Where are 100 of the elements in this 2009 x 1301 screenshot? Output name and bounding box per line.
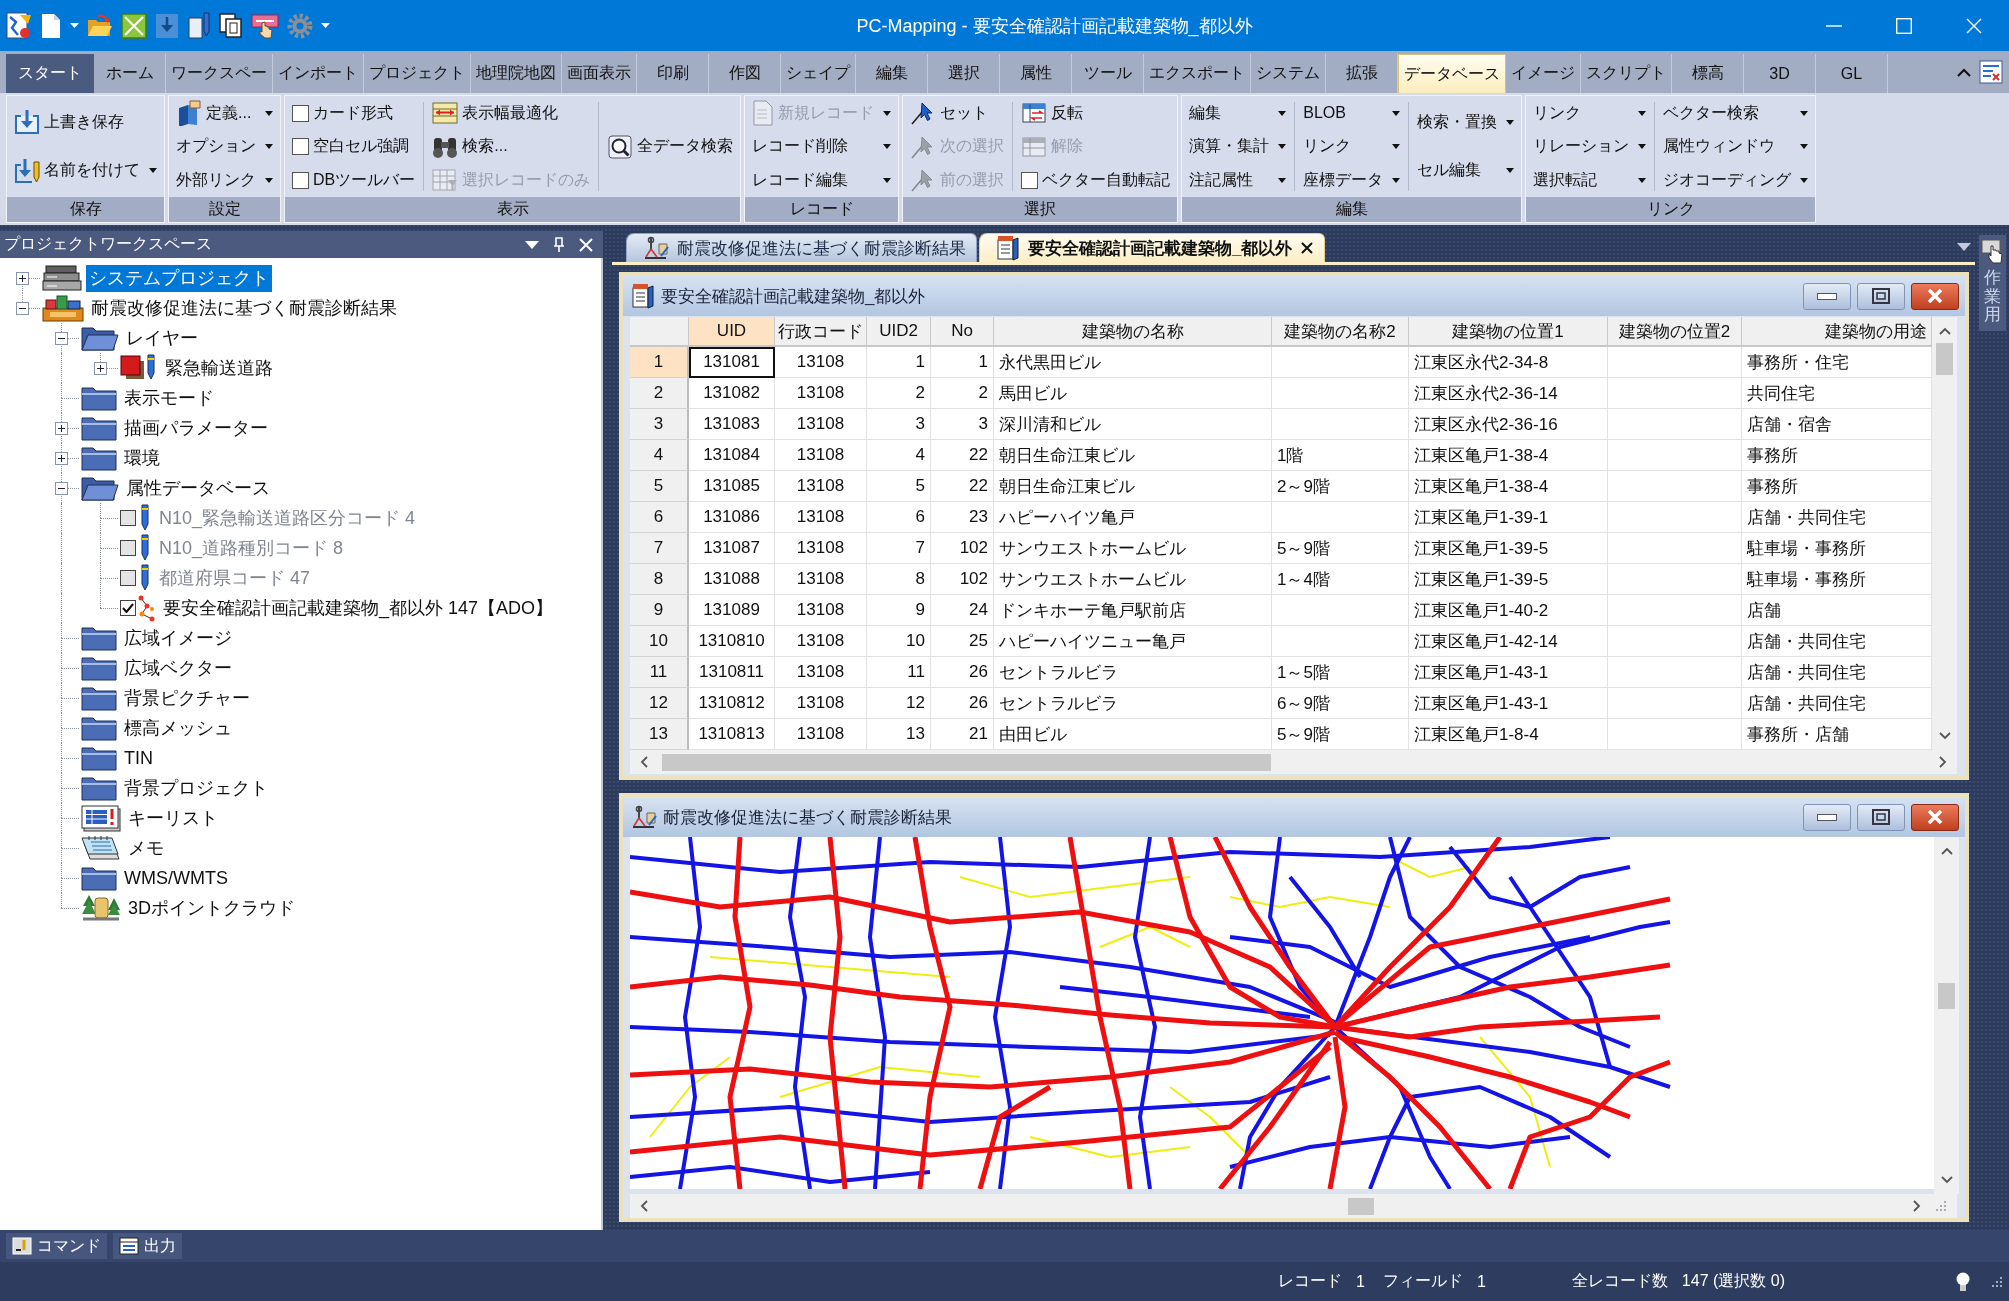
row-header[interactable]: 7 (630, 533, 689, 564)
pin-icon[interactable] (553, 236, 565, 253)
collapse-toggle[interactable] (55, 482, 68, 495)
tab-dropdown-icon[interactable] (1957, 242, 1971, 251)
start-menu-button[interactable]: スタート (6, 54, 94, 93)
scroll-thumb[interactable] (1348, 1197, 1374, 1215)
column-header[interactable]: 建築物の位置1 (1409, 317, 1608, 347)
horizontal-scrollbar[interactable] (630, 1194, 1957, 1218)
row-header[interactable]: 1 (630, 347, 689, 378)
ribbon-button[interactable]: リンク (1531, 98, 1649, 128)
ribbon-button[interactable]: レコード削除 (750, 131, 894, 162)
ribbon-button[interactable]: 全データ検索 (605, 131, 736, 162)
checkbox-label[interactable]: DBツールバー (313, 169, 416, 191)
scroll-up-icon[interactable] (1940, 847, 1953, 855)
tree-item[interactable]: 要安全確認計画記載建築物_都以外 147【ADO】 (160, 594, 557, 622)
ribbon-button[interactable]: 編集 (1187, 98, 1289, 128)
restore-button[interactable] (1857, 803, 1905, 831)
ribbon-button[interactable]: 選択転記 (1531, 165, 1649, 195)
row-header[interactable]: 4 (630, 440, 689, 471)
scroll-thumb[interactable] (1936, 343, 1953, 375)
ribbon-button[interactable]: 反転 (1019, 98, 1173, 128)
layer-checkbox[interactable] (120, 570, 136, 586)
ribbon-button[interactable]: 定義... (174, 98, 275, 128)
column-header[interactable]: 行政コード (775, 317, 867, 347)
row-header[interactable]: 11 (630, 657, 689, 688)
spreadsheet-icon[interactable] (121, 12, 147, 39)
row-header[interactable]: 13 (630, 719, 689, 750)
restore-button[interactable] (1857, 282, 1905, 310)
document-x-icon[interactable] (1979, 60, 2003, 84)
ribbon-button[interactable]: リレーション (1531, 131, 1649, 162)
scroll-down-icon[interactable] (1938, 732, 1951, 740)
column-header[interactable]: 建築物の名称2 (1272, 317, 1409, 347)
row-header[interactable]: 6 (630, 502, 689, 533)
row-header[interactable]: 12 (630, 688, 689, 719)
ribbon-button[interactable]: 外部リンク (174, 165, 275, 195)
vertical-scrollbar[interactable] (1934, 837, 1959, 1194)
ribbon-button[interactable]: 検索... (430, 131, 593, 162)
checkbox[interactable] (1021, 171, 1039, 189)
row-header[interactable]: 9 (630, 595, 689, 626)
scroll-right-icon[interactable] (1939, 756, 1947, 768)
scroll-thumb[interactable] (1938, 983, 1955, 1009)
tree-item[interactable]: 表示モード (121, 384, 217, 412)
ribbon-button[interactable]: オプション (174, 131, 275, 162)
scroll-up-icon[interactable] (1938, 327, 1951, 335)
open-folder-icon[interactable] (87, 13, 113, 38)
tree-item[interactable]: 耐震改修促進法に基づく耐震診断結果 (88, 294, 400, 322)
ribbon-button[interactable]: 注記属性 (1187, 165, 1289, 195)
column-header[interactable]: No (931, 317, 994, 347)
screen-pointer-icon[interactable] (251, 12, 279, 39)
column-header[interactable]: UID2 (867, 317, 931, 347)
checkbox[interactable] (292, 171, 309, 189)
expand-toggle[interactable] (16, 272, 29, 285)
vertical-scrollbar[interactable] (1932, 317, 1957, 750)
ribbon-button[interactable]: BLOB (1301, 98, 1403, 128)
collapse-toggle[interactable] (16, 302, 29, 315)
column-header[interactable]: 建築物の用途 (1742, 317, 1932, 347)
tree-item[interactable]: 背景プロジェクト (121, 774, 271, 802)
collapse-ribbon-icon[interactable] (1957, 67, 1971, 77)
tree-item[interactable]: 標高メッシュ (121, 714, 235, 742)
dropdown-caret-icon[interactable] (321, 23, 330, 28)
checkbox[interactable] (292, 138, 309, 155)
document-tab[interactable]: 要安全確認計画記載建築物_都以外 (979, 233, 1326, 262)
output-list-icon[interactable] (119, 1237, 139, 1255)
scroll-left-icon[interactable] (640, 756, 648, 768)
expand-toggle[interactable] (55, 422, 68, 435)
checkbox[interactable] (292, 104, 309, 122)
dropdown-caret-icon[interactable] (70, 23, 79, 28)
close-button[interactable] (1911, 803, 1959, 831)
column-header[interactable]: 建築物の名称 (994, 317, 1272, 347)
ribbon-button[interactable]: レコード編集 (750, 165, 894, 195)
pane-tab[interactable]: 出力 (113, 1233, 182, 1259)
ribbon-button[interactable]: 演算・集計 (1187, 131, 1289, 162)
tree-item[interactable]: 属性データベース (123, 474, 273, 502)
expand-toggle[interactable] (55, 452, 68, 465)
app-logo-icon[interactable] (6, 11, 32, 40)
scroll-thumb[interactable] (662, 753, 1271, 771)
ribbon-button[interactable]: 上書き保存 (12, 107, 159, 138)
row-header[interactable]: 10 (630, 626, 689, 657)
tree-item[interactable]: キーリスト (125, 804, 221, 832)
ribbon-button[interactable]: ジオコーディング (1661, 165, 1811, 195)
ribbon-button[interactable]: 表示幅最適化 (430, 98, 593, 128)
checkbox-label[interactable]: ベクター自動転記 (1042, 169, 1171, 191)
row-header[interactable]: 2 (630, 378, 689, 409)
pencil-document-icon[interactable] (187, 11, 211, 40)
tree-item[interactable]: N10_緊急輸送道路区分コード 4 (156, 504, 419, 532)
tree-item[interactable]: 背景ピクチャー (121, 684, 253, 712)
column-header[interactable]: UID (689, 317, 775, 347)
download-icon[interactable] (155, 12, 179, 39)
tree-item[interactable]: TIN (121, 744, 156, 772)
horizontal-scrollbar[interactable] (630, 750, 1957, 774)
tree-item[interactable]: N10_道路種別コード 8 (156, 534, 347, 562)
row-header[interactable]: 3 (630, 409, 689, 440)
copy-pages-icon[interactable] (219, 12, 243, 39)
layer-checkbox[interactable] (120, 510, 136, 526)
ribbon-button[interactable]: ベクター検索 (1661, 98, 1811, 128)
row-header[interactable]: 8 (630, 564, 689, 595)
layer-checkbox[interactable] (120, 600, 136, 616)
tree-item[interactable]: 広域イメージ (121, 624, 235, 652)
ribbon-button[interactable]: 属性ウィンドウ (1661, 131, 1811, 162)
resize-grip-icon[interactable] (1935, 1200, 1947, 1212)
